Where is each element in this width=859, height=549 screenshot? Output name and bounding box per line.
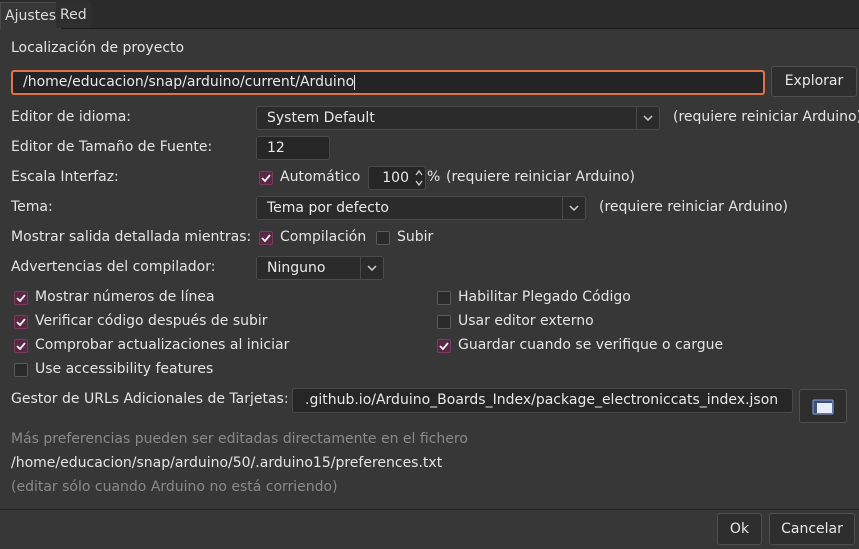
check-icon	[261, 174, 271, 183]
scale-note: (requiere reiniciar Arduino)	[446, 169, 636, 185]
text-cursor	[354, 74, 356, 90]
tab-red[interactable]: Red	[56, 2, 91, 28]
warnings-value: Ninguno	[267, 260, 326, 276]
fontsize-input[interactable]: 12	[256, 136, 330, 160]
check-icon	[261, 234, 271, 243]
check-icon	[16, 318, 26, 327]
check-icon	[16, 342, 26, 351]
chevron-down-icon	[360, 257, 383, 279]
check-updates-label: Comprobar actualizaciones al iniciar	[35, 337, 290, 353]
scale-auto-checkbox[interactable]	[259, 171, 273, 185]
project-path-input[interactable]: /home/educacion/snap/arduino/current/Ard…	[11, 70, 765, 95]
window-icon	[812, 399, 834, 415]
theme-label: Tema:	[11, 199, 53, 215]
accessibility-label: Use accessibility features	[35, 361, 214, 377]
browse-button[interactable]: Explorar	[771, 66, 857, 97]
line-numbers-checkbox[interactable]	[14, 291, 28, 305]
code-folding-label: Habilitar Plegado Código	[458, 289, 631, 305]
theme-select[interactable]: Tema por defecto	[256, 196, 586, 220]
chevron-down-icon	[636, 107, 659, 129]
boards-url-edit-button[interactable]	[799, 389, 847, 423]
divider	[0, 509, 859, 510]
accessibility-checkbox[interactable]	[14, 363, 28, 377]
scale-label: Escala Interfaz:	[11, 169, 119, 185]
code-folding-checkbox[interactable]	[437, 291, 451, 305]
chevron-down-icon	[562, 197, 585, 219]
boards-url-input[interactable]: .github.io/Arduino_Boards_Index/package_…	[292, 388, 793, 413]
verbose-upload-label: Subir	[397, 229, 434, 245]
external-editor-checkbox[interactable]	[437, 315, 451, 329]
edit-note-text: (editar sólo cuando Arduino no está corr…	[11, 479, 338, 495]
tab-ajustes[interactable]: Ajustes	[0, 2, 62, 29]
more-prefs-text: Más preferencias pueden ser editadas dir…	[11, 431, 468, 447]
fontsize-label: Editor de Tamaño de Fuente:	[11, 139, 213, 155]
language-select[interactable]: System Default	[256, 106, 660, 130]
check-icon	[439, 342, 449, 351]
scale-unit: %	[427, 169, 441, 185]
cancel-button[interactable]: Cancelar	[769, 513, 855, 545]
check-icon	[16, 294, 26, 303]
verify-after-upload-label: Verificar código después de subir	[35, 313, 268, 329]
verify-after-upload-checkbox[interactable]	[14, 315, 28, 329]
save-on-verify-checkbox[interactable]	[437, 339, 451, 353]
scale-auto-label: Automático	[280, 169, 361, 185]
warnings-label: Advertencias del compilador:	[11, 259, 216, 275]
prefs-file-path: /home/educacion/snap/arduino/50/.arduino…	[11, 455, 443, 471]
project-location-label: Localización de proyecto	[11, 40, 185, 56]
verbose-upload-checkbox[interactable]	[376, 231, 390, 245]
language-label: Editor de idioma:	[11, 109, 131, 125]
check-updates-checkbox[interactable]	[14, 339, 28, 353]
verbose-compile-checkbox[interactable]	[259, 231, 273, 245]
language-note: (requiere reiniciar Arduino)	[673, 109, 859, 125]
verbose-compile-label: Compilación	[280, 229, 367, 245]
verbose-label: Mostrar salida detallada mientras:	[11, 229, 252, 245]
tab-bar: Ajustes Red	[0, 0, 859, 29]
theme-note: (requiere reiniciar Arduino)	[599, 199, 789, 215]
warnings-select[interactable]: Ninguno	[256, 256, 384, 280]
language-value: System Default	[267, 110, 375, 126]
external-editor-label: Usar editor externo	[458, 313, 594, 329]
theme-value: Tema por defecto	[267, 200, 389, 216]
ok-button[interactable]: Ok	[717, 513, 762, 545]
save-on-verify-label: Guardar cuando se verifique o cargue	[458, 337, 724, 353]
line-numbers-label: Mostrar números de línea	[35, 289, 215, 305]
project-path-text: /home/educacion/snap/arduino/current/Ard…	[23, 74, 355, 90]
boards-url-label: Gestor de URLs Adicionales de Tarjetas:	[11, 391, 289, 407]
spin-arrows-icon[interactable]	[413, 168, 425, 188]
